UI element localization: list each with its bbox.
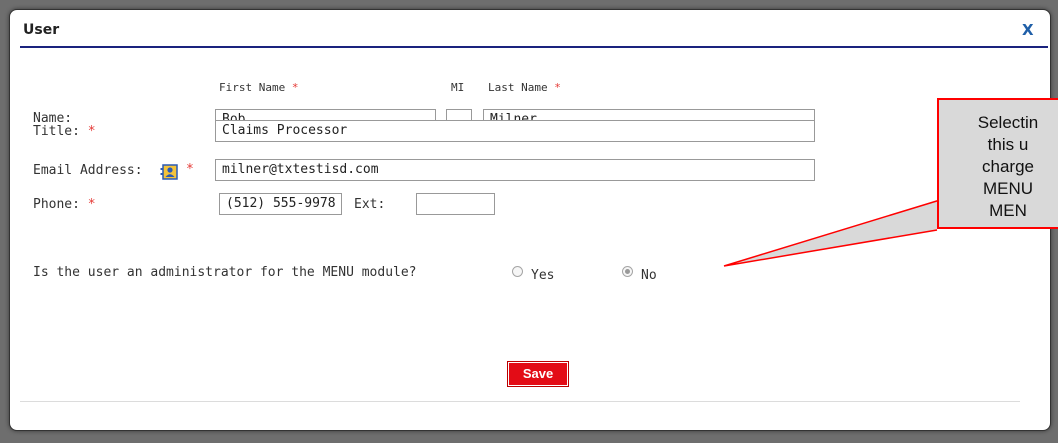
callout-line: MENU <box>982 179 1034 198</box>
callout-pointer <box>723 199 941 267</box>
callout-line: Selectin <box>977 113 1039 132</box>
callout-line: this u <box>987 135 1029 154</box>
callout-text: Selectin this u charge MENU MEN <box>943 112 1058 222</box>
callout-line: MEN <box>989 201 1027 220</box>
callout-line: charge <box>982 157 1034 176</box>
